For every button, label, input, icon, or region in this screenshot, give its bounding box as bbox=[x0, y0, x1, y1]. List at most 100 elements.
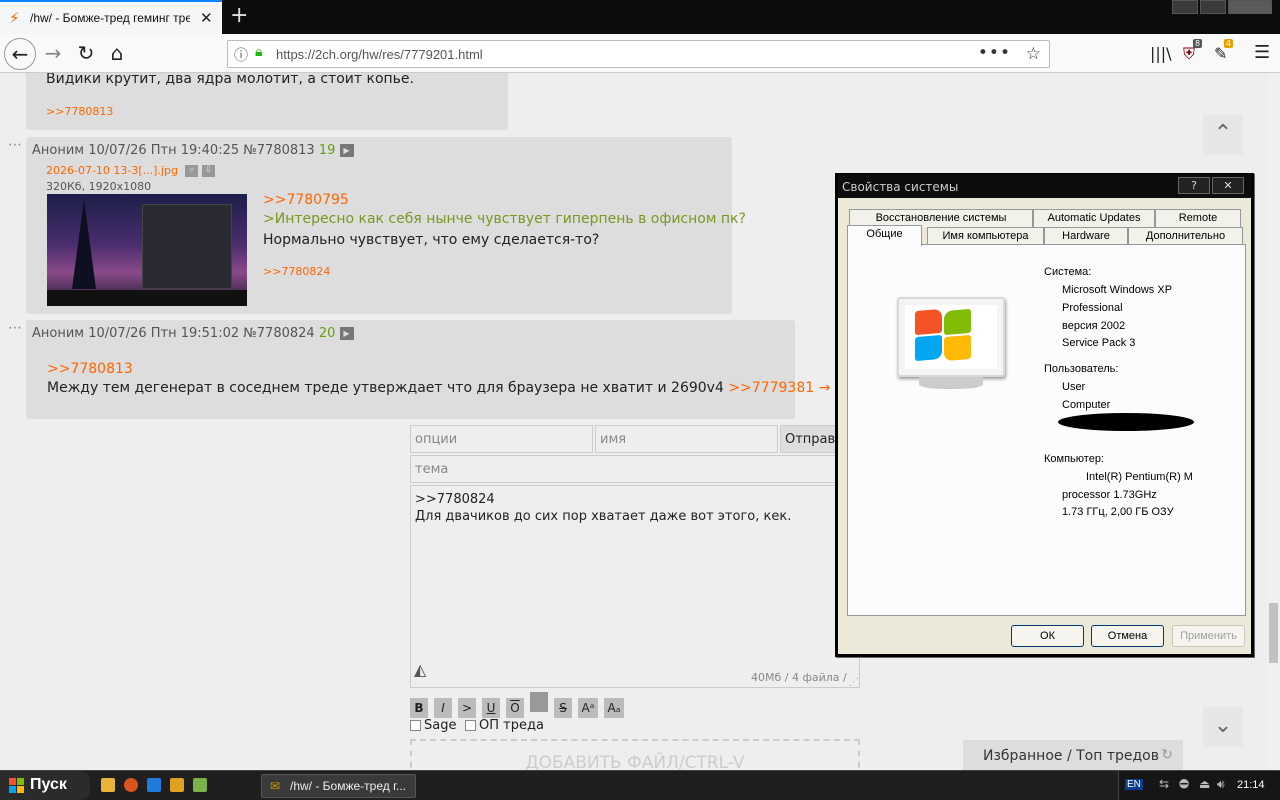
tab-advanced[interactable]: Дополнительно bbox=[1128, 227, 1243, 245]
checkbox-box[interactable] bbox=[410, 720, 421, 731]
play-icon[interactable]: ▶ bbox=[339, 327, 354, 340]
thumbnail-tree-shape bbox=[72, 199, 96, 289]
extension-badge: 4 bbox=[1224, 39, 1234, 48]
new-tab-button[interactable]: + bbox=[230, 3, 248, 28]
home-button[interactable]: ⌂ bbox=[101, 38, 133, 70]
search-image-icon[interactable]: ⌕ bbox=[185, 165, 199, 177]
favorites-label: Избранное / Топ тредов bbox=[983, 748, 1159, 764]
underline-button[interactable]: U bbox=[482, 698, 500, 718]
tab-active[interactable]: ⚡ /hw/ - Бомже-тред геминг тред ✕ bbox=[0, 0, 222, 34]
ok-button[interactable]: ОК bbox=[1011, 625, 1084, 647]
play-icon[interactable]: ▶ bbox=[339, 144, 354, 157]
back-button[interactable]: ← bbox=[4, 38, 36, 70]
file-info: 2026-07-10 13-3[...].jpg ⌕ ⇩ bbox=[46, 164, 215, 177]
cancel-button[interactable]: Отмена bbox=[1091, 625, 1164, 647]
op-checkbox[interactable]: ОП треда bbox=[465, 718, 544, 733]
system-line: Microsoft Windows XP bbox=[1062, 284, 1173, 296]
checkbox-box[interactable] bbox=[465, 720, 476, 731]
tab-remote[interactable]: Remote bbox=[1155, 209, 1241, 227]
subject-field[interactable]: тема bbox=[410, 455, 860, 483]
tab-computer-name[interactable]: Имя компьютера bbox=[927, 227, 1044, 245]
strike-button[interactable]: S bbox=[554, 698, 572, 718]
subscript-button[interactable]: Aₐ bbox=[604, 698, 624, 718]
drawing-icon[interactable]: ◭ bbox=[414, 661, 426, 678]
dialog-titlebar[interactable]: Свойства системы ? ✕ bbox=[838, 174, 1251, 198]
file-name-link[interactable]: 2026-07-10 13-3[...].jpg bbox=[46, 164, 178, 177]
notes-quicklaunch-icon[interactable] bbox=[193, 778, 207, 792]
firefox-quicklaunch-icon[interactable] bbox=[124, 778, 138, 792]
tab-close-icon[interactable]: ✕ bbox=[200, 9, 213, 27]
quote-button[interactable]: > bbox=[458, 698, 476, 718]
maximize-button[interactable] bbox=[1200, 0, 1226, 14]
reply-link[interactable]: >>7780795 bbox=[263, 192, 349, 208]
message-line: Для двачиков до сих пор хватает даже вот… bbox=[415, 509, 792, 524]
apply-button[interactable]: Применить bbox=[1172, 625, 1245, 647]
forward-button[interactable]: → bbox=[37, 38, 69, 70]
message-textarea[interactable]: >>7780824 Для двачиков до сих пор хватае… bbox=[410, 485, 860, 688]
post-menu-icon[interactable]: ⋯ bbox=[8, 137, 22, 153]
connection-icon[interactable]: ⛔︎ bbox=[1179, 777, 1189, 792]
winamp-quicklaunch-icon[interactable] bbox=[170, 778, 184, 792]
page-scrollbar[interactable] bbox=[1267, 73, 1280, 770]
italic-button[interactable]: I bbox=[434, 698, 452, 718]
post-previous: Видики крутит, два ядра молотит, а стоит… bbox=[26, 73, 508, 130]
network-icon[interactable]: ⇆ bbox=[1159, 777, 1169, 791]
scroll-up-button[interactable]: ⌃ bbox=[1203, 115, 1243, 155]
tab-automatic-updates[interactable]: Automatic Updates bbox=[1033, 209, 1155, 227]
reload-button[interactable]: ↻ bbox=[70, 38, 102, 70]
tab-hardware[interactable]: Hardware bbox=[1044, 227, 1128, 245]
url-bar[interactable]: ⓘ 🔒︎ https://2ch.org/hw/res/7779201.html… bbox=[227, 40, 1050, 68]
download-icon[interactable]: ⇩ bbox=[201, 165, 215, 177]
reply-backlink[interactable]: >>7780824 bbox=[263, 265, 330, 278]
user-line: Computer bbox=[1062, 399, 1111, 411]
post-text: Видики крутит, два ядра молотит, а стоит… bbox=[46, 73, 414, 87]
windows-flag-icon bbox=[9, 778, 25, 793]
spoiler-button[interactable] bbox=[530, 692, 548, 712]
explorer-quicklaunch-icon[interactable] bbox=[101, 778, 115, 792]
scrollbar-thumb[interactable] bbox=[1269, 603, 1278, 663]
quote-text: >Интересно как себя нынче чувствует гипе… bbox=[263, 211, 746, 227]
refresh-icon[interactable]: ↻ bbox=[1161, 747, 1173, 763]
chevron-up-icon: ⌃ bbox=[1213, 121, 1233, 146]
post-image-thumbnail[interactable] bbox=[47, 194, 247, 306]
help-button[interactable]: ? bbox=[1178, 177, 1210, 194]
computer-line: 1.73 ГГц, 2,00 ГБ ОЗУ bbox=[1062, 506, 1174, 518]
nav-bar: ← → ↻ ⌂ ⓘ 🔒︎ https://2ch.org/hw/res/7779… bbox=[0, 34, 1280, 73]
volume-icon[interactable]: 🔊︎ bbox=[1217, 777, 1225, 792]
add-file-dropzone[interactable]: ДОБАВИТЬ ФАЙЛ/CTRL-V bbox=[410, 739, 860, 770]
options-field[interactable]: опции bbox=[410, 425, 593, 453]
post-menu-icon[interactable]: ⋯ bbox=[8, 320, 22, 336]
language-indicator[interactable]: EN bbox=[1125, 779, 1143, 790]
cross-thread-link[interactable]: >>7779381 → bbox=[728, 380, 830, 396]
resize-handle-icon[interactable]: ⋰ bbox=[849, 674, 859, 691]
window-close-button[interactable] bbox=[1228, 0, 1272, 14]
safely-remove-icon[interactable]: ⏏ bbox=[1199, 777, 1210, 791]
superscript-button[interactable]: Aᵃ bbox=[578, 698, 598, 718]
2ch-favicon-icon: ⚡ bbox=[9, 9, 20, 27]
taskbar-item-firefox[interactable]: ✉ /hw/ - Бомже-тред г... bbox=[261, 774, 416, 798]
page-actions-icon[interactable]: ••• bbox=[978, 43, 1011, 63]
reply-backlink[interactable]: >>7780813 bbox=[46, 105, 113, 118]
minimize-button[interactable] bbox=[1172, 0, 1198, 14]
reply-link[interactable]: >>7780813 bbox=[47, 361, 133, 377]
url-text[interactable]: https://2ch.org/hw/res/7779201.html bbox=[276, 47, 483, 62]
system-label: Система: bbox=[1044, 266, 1092, 278]
media-quicklaunch-icon[interactable] bbox=[147, 778, 161, 792]
system-line: Service Pack 3 bbox=[1062, 337, 1136, 349]
favorites-panel[interactable]: Избранное / Топ тредов ↻ bbox=[963, 740, 1183, 770]
clock[interactable]: 21:14 bbox=[1237, 779, 1265, 791]
dialog-close-button[interactable]: ✕ bbox=[1212, 177, 1244, 194]
start-button[interactable]: Пуск bbox=[0, 771, 90, 800]
library-icon[interactable]: |||\ bbox=[1150, 44, 1172, 63]
menu-icon[interactable]: ☰ bbox=[1254, 42, 1270, 63]
sage-checkbox[interactable]: Sage bbox=[410, 718, 456, 733]
redacted-scribble bbox=[1058, 413, 1194, 431]
bookmark-star-icon[interactable]: ☆ bbox=[1026, 44, 1041, 64]
tab-general[interactable]: Общие bbox=[847, 225, 922, 246]
scroll-down-button[interactable]: ⌄ bbox=[1203, 707, 1243, 747]
bold-button[interactable]: B bbox=[410, 698, 428, 718]
system-line: Professional bbox=[1062, 302, 1123, 314]
site-info-icon[interactable]: ⓘ bbox=[234, 45, 248, 65]
name-field[interactable]: имя bbox=[595, 425, 778, 453]
overline-button[interactable]: O bbox=[506, 698, 524, 718]
